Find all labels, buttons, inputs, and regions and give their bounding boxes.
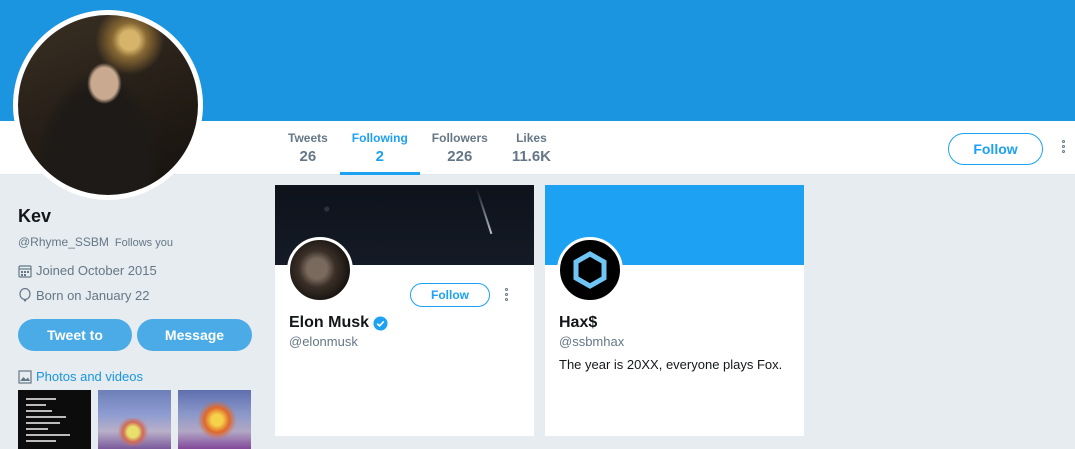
photo-icon [18, 369, 32, 384]
birthday-text: Born on January 22 [36, 288, 150, 303]
message-button[interactable]: Message [137, 319, 252, 351]
calendar-icon [18, 264, 32, 278]
stat-following[interactable]: Following 2 [339, 121, 420, 175]
stat-following-value: 2 [375, 148, 384, 165]
hexagon-logo-icon [573, 251, 607, 289]
user-card-bio: The year is 20XX, everyone plays Fox. [559, 357, 783, 372]
photos-and-videos-label: Photos and videos [36, 369, 143, 384]
verified-badge-icon [373, 315, 388, 331]
user-card-name[interactable]: Elon Musk [289, 314, 388, 332]
stat-tweets-value: 26 [299, 148, 317, 165]
stat-likes-label: Likes [516, 131, 547, 145]
user-card[interactable]: Hax$ @ssbmhax The year is 20XX, everyone… [545, 185, 804, 436]
tweet-to-button[interactable]: Tweet to [18, 319, 132, 351]
stat-tweets[interactable]: Tweets 26 [276, 121, 340, 175]
follows-you-badge: Follows you [114, 237, 173, 249]
profile-handle[interactable]: @Rhyme_SSBM [18, 235, 109, 249]
media-thumbnails [18, 390, 251, 449]
profile-name[interactable]: Kev [18, 206, 258, 227]
user-card-name-text: Hax$ [559, 314, 598, 331]
profile-card: Kev @Rhyme_SSBM Follows you Joined Octobe… [18, 206, 258, 303]
profile-handle-row: @Rhyme_SSBM Follows you [18, 235, 258, 249]
more-dots-icon[interactable] [505, 288, 508, 301]
joined-date-text: Joined October 2015 [36, 263, 157, 278]
profile-stats-nav: Tweets 26 Following 2 Followers 226 Like… [276, 121, 563, 175]
stat-likes-value: 11.6K [511, 148, 552, 165]
profile-actions: Tweet to Message [18, 319, 252, 351]
user-card-handle[interactable]: @ssbmhax [559, 334, 624, 349]
user-card-handle[interactable]: @elonmusk [289, 334, 358, 349]
media-thumbnail[interactable] [98, 390, 171, 449]
user-card-name[interactable]: Hax$ [559, 314, 597, 332]
birthday: Born on January 22 [18, 288, 258, 303]
user-card-avatar[interactable] [557, 237, 623, 303]
follow-button[interactable]: Follow [948, 133, 1043, 165]
user-card[interactable]: Follow Elon Musk @elonmusk [275, 185, 534, 436]
stat-followers[interactable]: Followers 226 [420, 121, 500, 175]
stat-followers-value: 226 [447, 148, 473, 165]
user-card-name-text: Elon Musk [289, 314, 370, 331]
joined-date: Joined October 2015 [18, 263, 258, 278]
stat-likes[interactable]: Likes 11.6K [500, 121, 563, 175]
stat-followers-label: Followers [431, 131, 488, 145]
media-thumbnail[interactable] [18, 390, 91, 449]
balloon-icon [19, 288, 31, 303]
photos-and-videos-link[interactable]: Photos and videos [18, 369, 143, 384]
follow-button[interactable]: Follow [410, 283, 490, 307]
media-thumbnail[interactable] [178, 390, 251, 449]
profile-avatar-image [18, 15, 198, 195]
stat-tweets-label: Tweets [288, 131, 328, 145]
user-card-avatar[interactable] [287, 237, 353, 303]
more-dots-icon[interactable] [1056, 140, 1070, 160]
stat-following-label: Following [351, 131, 408, 145]
profile-avatar[interactable] [13, 10, 203, 200]
